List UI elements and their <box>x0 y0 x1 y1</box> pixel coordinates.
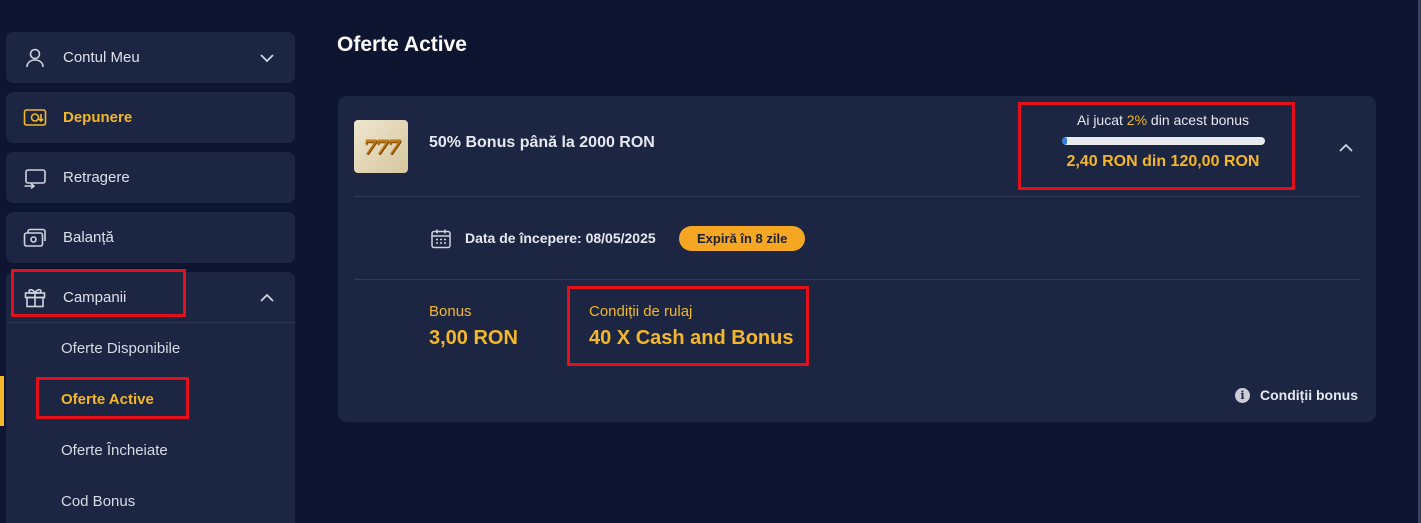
bonus-conditions-label: Condiții bonus <box>1260 387 1358 403</box>
sidebar-subitem-bonus-code[interactable]: Cod Bonus <box>6 476 295 523</box>
progress-bar-fill <box>1061 137 1067 145</box>
sidebar: Contul Meu Depunere Retragere Balanță Ca… <box>0 32 295 523</box>
calendar-icon <box>430 228 452 250</box>
divider <box>354 196 1360 197</box>
offer-thumbnail: 777 <box>354 120 408 173</box>
sidebar-subitem-label: Oferte Active <box>61 391 154 408</box>
wager-value: 40 X Cash and Bonus <box>589 327 794 349</box>
user-icon <box>22 45 48 71</box>
chevron-up-icon[interactable] <box>1336 138 1356 158</box>
sidebar-item-label: Retragere <box>63 169 130 186</box>
sidebar-item-deposit[interactable]: Depunere <box>6 92 295 143</box>
chevron-up-icon[interactable] <box>257 288 277 308</box>
sidebar-item-label: Campanii <box>63 288 127 306</box>
sidebar-item-withdraw[interactable]: Retragere <box>6 152 295 203</box>
gift-icon <box>22 284 48 310</box>
progress-text: Ai jucat 2% din acest bonus <box>1076 112 1249 128</box>
deposit-icon <box>22 105 48 131</box>
start-date: Data de începere: 08/05/2025 <box>465 230 656 246</box>
progress-percent: 2% <box>1126 112 1148 128</box>
sidebar-subitem-active-offers[interactable]: Oferte Active <box>0 374 295 426</box>
offer-card: 777 50% Bonus până la 2000 RON Ai jucat … <box>338 96 1376 422</box>
info-icon: i <box>1235 387 1251 403</box>
sidebar-item-label: Depunere <box>63 109 133 126</box>
divider <box>354 279 1360 280</box>
sidebar-item-label: Balanță <box>63 229 114 246</box>
page-title: Oferte Active <box>337 33 467 56</box>
sidebar-item-balance[interactable]: Balanță <box>6 212 295 263</box>
sidebar-item-label: Contul Meu <box>63 49 140 66</box>
sidebar-subitem-ended-offers[interactable]: Oferte Încheiate <box>6 425 295 476</box>
sidebar-item-campaigns[interactable]: Campanii <box>6 272 295 323</box>
wallet-icon <box>22 225 48 251</box>
wager-label: Condiții de rulaj <box>589 303 693 320</box>
campaign-group: Campanii Oferte Disponibile Oferte Activ… <box>0 272 295 523</box>
bonus-label: Bonus <box>429 303 472 320</box>
wager-progress: Ai jucat 2% din acest bonus 2,40 RON din… <box>1038 112 1288 171</box>
active-indicator <box>0 376 4 426</box>
sidebar-item-account[interactable]: Contul Meu <box>6 32 295 83</box>
withdraw-icon <box>22 165 48 191</box>
progress-amount: 2,40 RON din 120,00 RON <box>1066 153 1260 170</box>
sidebar-subitem-available-offers[interactable]: Oferte Disponibile <box>6 323 295 374</box>
progress-bar <box>1061 137 1265 145</box>
bonus-conditions-link[interactable]: i Condiții bonus <box>1235 387 1358 403</box>
chevron-down-icon[interactable] <box>257 48 277 68</box>
bonus-value: 3,00 RON <box>429 327 518 349</box>
offer-title: 50% Bonus până la 2000 RON <box>429 134 655 151</box>
expiry-badge: Expiră în 8 zile <box>679 226 806 251</box>
